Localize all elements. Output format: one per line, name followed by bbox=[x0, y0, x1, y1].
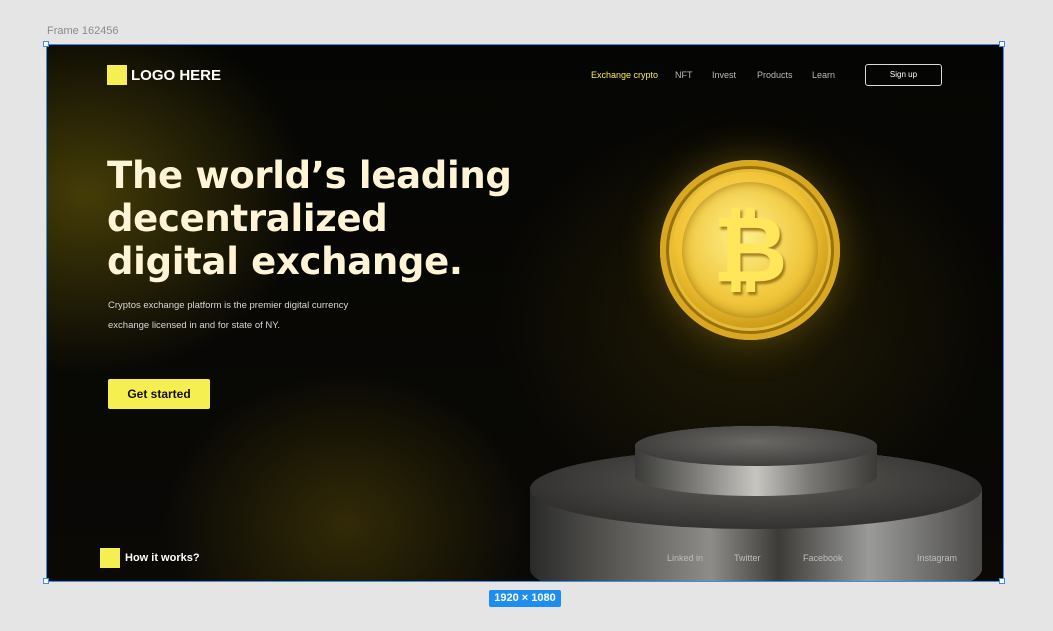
social-link-instagram[interactable]: Instagram bbox=[917, 553, 957, 563]
nav-item-learn[interactable]: Learn bbox=[812, 70, 835, 80]
podium-top-cap bbox=[635, 426, 877, 466]
resize-handle-top-left[interactable] bbox=[43, 41, 49, 47]
hero-frame: LOGO HERE Exchange crypto NFT Invest Pro… bbox=[46, 44, 1004, 582]
bitcoin-coin-icon: ₿ bbox=[660, 160, 840, 340]
logo[interactable]: LOGO HERE bbox=[107, 65, 221, 85]
social-link-linkedin[interactable]: Linked in bbox=[667, 553, 703, 563]
nav-item-products[interactable]: Products bbox=[757, 70, 793, 80]
square-icon bbox=[100, 548, 120, 568]
resize-handle-bottom-left[interactable] bbox=[43, 578, 49, 584]
logo-text: LOGO HERE bbox=[131, 66, 222, 84]
nav-item-nft[interactable]: NFT bbox=[675, 70, 693, 80]
subtext-line: exchange licensed in and for state of NY… bbox=[108, 320, 280, 331]
nav-item-exchange-crypto[interactable]: Exchange crypto bbox=[591, 70, 658, 80]
social-link-twitter[interactable]: Twitter bbox=[734, 553, 761, 563]
social-link-facebook[interactable]: Facebook bbox=[803, 553, 843, 563]
subtext-line: Cryptos exchange platform is the premier… bbox=[108, 300, 349, 311]
get-started-button[interactable]: Get started bbox=[108, 379, 210, 409]
bitcoin-symbol-icon: ₿ bbox=[712, 196, 788, 303]
coin-face: ₿ bbox=[682, 182, 818, 318]
logo-square-icon bbox=[107, 65, 127, 85]
headline-line: decentralized bbox=[107, 197, 388, 240]
hero-subtext: Cryptos exchange platform is the premier… bbox=[108, 296, 398, 336]
hero-headline: The world’s leading decentralized digita… bbox=[107, 154, 527, 283]
resize-handle-top-right[interactable] bbox=[999, 41, 1005, 47]
nav-item-invest[interactable]: Invest bbox=[712, 70, 736, 80]
frame-label: Frame 162456 bbox=[47, 25, 119, 37]
size-badge: 1920 × 1080 bbox=[489, 590, 561, 607]
resize-handle-bottom-right[interactable] bbox=[999, 578, 1005, 584]
sign-up-button[interactable]: Sign up bbox=[865, 64, 942, 86]
how-it-works-link[interactable]: How it works? bbox=[100, 548, 200, 568]
how-it-works-label: How it works? bbox=[125, 552, 200, 564]
headline-line: The world’s leading bbox=[107, 154, 512, 197]
headline-line: digital exchange. bbox=[107, 240, 463, 283]
